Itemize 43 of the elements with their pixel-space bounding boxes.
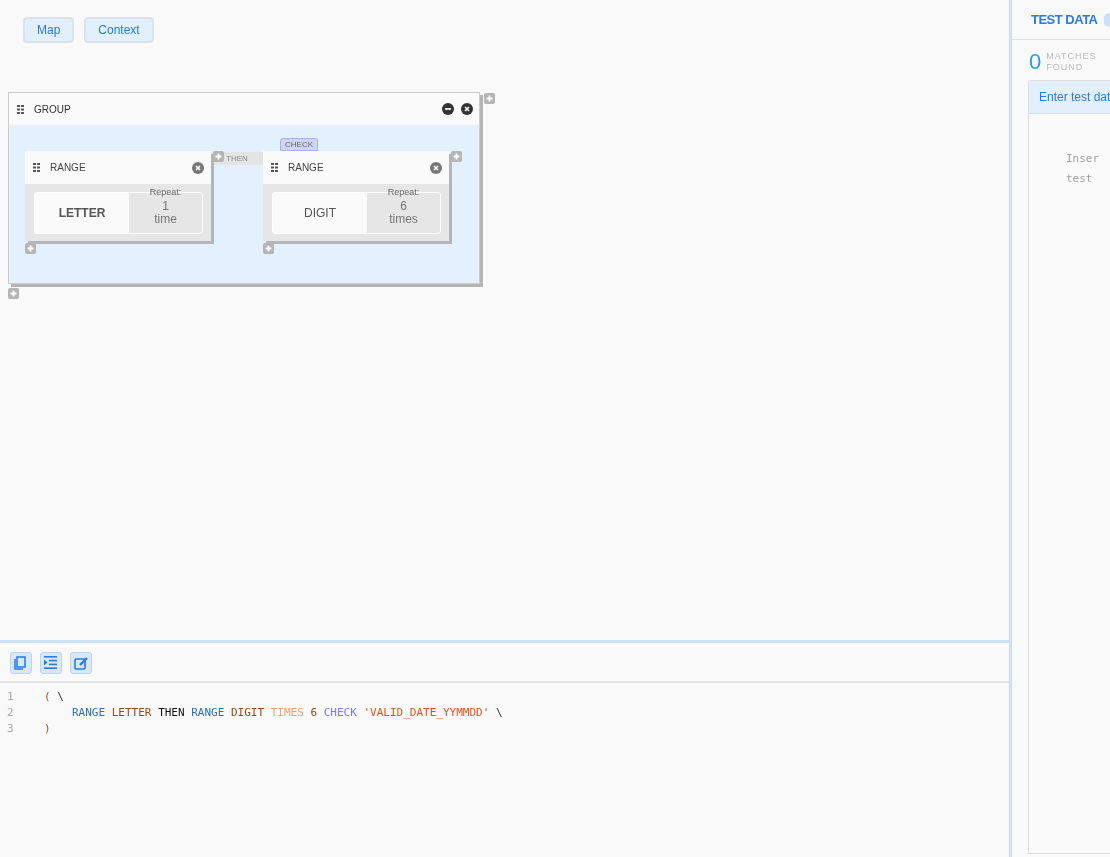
add-icon[interactable] bbox=[25, 243, 36, 254]
drag-handle-icon[interactable] bbox=[33, 163, 40, 172]
panel-title: TEST DATA bbox=[1031, 12, 1098, 27]
toolbar-button[interactable]: Context bbox=[84, 17, 154, 43]
repeat-label: Repeat: bbox=[149, 187, 182, 197]
input-tab[interactable]: Enter test dat bbox=[1029, 81, 1110, 114]
toolbar-button[interactable]: Map bbox=[23, 17, 75, 43]
line-number: 3 bbox=[6, 721, 15, 735]
check-tag[interactable]: CHECK bbox=[280, 138, 318, 151]
repeat-label: Repeat: bbox=[387, 187, 420, 197]
group-title: GROUP bbox=[34, 103, 71, 115]
repeat-count: 6 bbox=[400, 200, 407, 213]
toolbar-button[interactable] bbox=[10, 652, 32, 674]
add-icon[interactable] bbox=[213, 151, 224, 162]
repeat-count: 1 bbox=[162, 200, 169, 213]
range-value[interactable]: LETTER bbox=[35, 193, 129, 233]
code-line: ( \ bbox=[44, 689, 64, 703]
copy-icon bbox=[14, 656, 28, 670]
match-count: 0 bbox=[1029, 49, 1042, 75]
drag-handle-icon[interactable] bbox=[271, 163, 278, 172]
add-icon[interactable] bbox=[263, 243, 274, 254]
placeholder-text: Inser test bbox=[1065, 151, 1101, 187]
match-label: MATCHES FOUND bbox=[1046, 51, 1098, 73]
line-number: 1 bbox=[6, 689, 15, 703]
line-number: 2 bbox=[6, 705, 15, 719]
node-title: RANGE bbox=[288, 162, 324, 173]
drag-handle-icon[interactable] bbox=[17, 104, 24, 114]
code-line: RANGE LETTER THEN RANGE DIGIT TIMES 6 CHECK 'VALID_DATE_YYMMDD' \ bbox=[71, 705, 503, 719]
range-value[interactable]: DIGIT bbox=[273, 193, 367, 233]
collapse-icon[interactable] bbox=[442, 103, 454, 115]
close-icon[interactable] bbox=[461, 103, 473, 115]
toolbar-button[interactable] bbox=[70, 652, 92, 674]
code-line: ) bbox=[44, 721, 51, 735]
add-icon[interactable] bbox=[484, 93, 495, 104]
add-icon[interactable] bbox=[8, 288, 19, 299]
add-icon[interactable] bbox=[451, 151, 462, 162]
repeat-unit: times bbox=[389, 213, 418, 226]
indent-icon bbox=[44, 656, 58, 670]
toolbar-button[interactable] bbox=[40, 652, 62, 674]
edit-icon bbox=[74, 656, 88, 670]
repeat-unit: time bbox=[154, 213, 177, 226]
test-input-area[interactable]: Enter test dat Inser test bbox=[1028, 80, 1110, 854]
node-title: RANGE bbox=[50, 162, 86, 173]
